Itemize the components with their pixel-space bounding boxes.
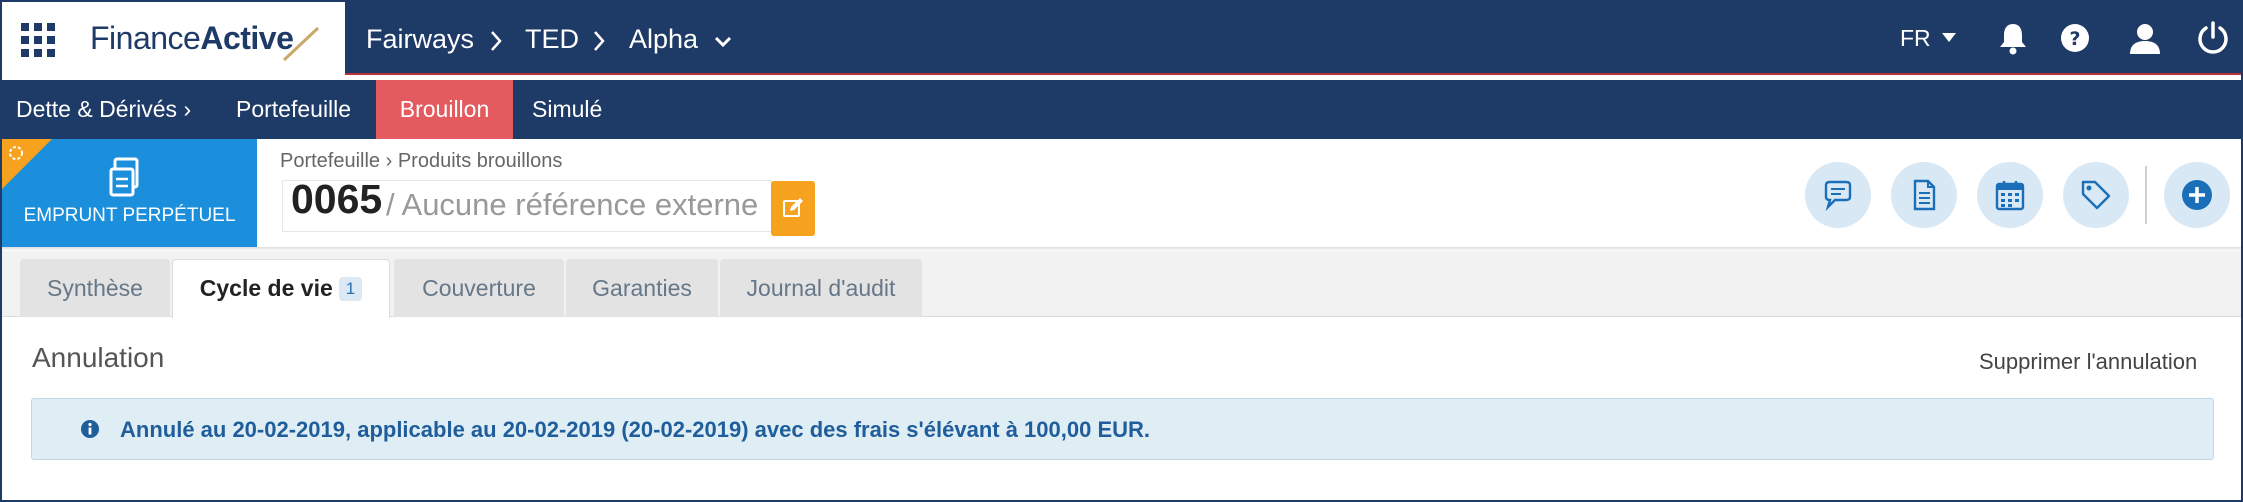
breadcrumb-fairways[interactable]: Fairways: [366, 24, 474, 55]
apps-grid-icon[interactable]: [21, 23, 55, 57]
tab-synthese[interactable]: Synthèse: [20, 259, 170, 317]
help-icon[interactable]: ?: [2057, 20, 2093, 56]
caret-down-icon[interactable]: [1942, 33, 1956, 42]
tab-couverture[interactable]: Couverture: [394, 259, 564, 317]
brand-name-bold: Active: [200, 20, 294, 56]
tab-count-badge: 1: [338, 277, 363, 301]
product-type-label: EMPRUNT PERPÉTUEL: [23, 205, 236, 226]
chevron-right-icon: [491, 31, 502, 51]
tag-icon: [2081, 180, 2111, 210]
draft-corner-icon: [2, 139, 52, 189]
user-icon[interactable]: [2127, 20, 2163, 56]
tag-button[interactable]: [2063, 162, 2129, 228]
edit-reference-button[interactable]: [771, 181, 815, 236]
brand-name-regular: Finance: [90, 20, 201, 56]
external-reference: / Aucune référence externe: [386, 187, 759, 222]
section-title: Annulation: [32, 342, 165, 373]
add-button[interactable]: [2164, 162, 2230, 228]
logo-area: FinanceActive: [2, 2, 345, 75]
breadcrumb-ted[interactable]: TED: [525, 24, 579, 55]
tab-garanties[interactable]: Garanties: [566, 259, 718, 317]
product-breadcrumb[interactable]: Portefeuille › Produits brouillons: [280, 150, 562, 173]
edit-icon: [783, 198, 803, 217]
svg-text:?: ?: [2069, 28, 2080, 50]
logo-slash-mark: [282, 26, 320, 62]
bell-icon[interactable]: [1995, 20, 2031, 56]
tab-cycle-de-vie[interactable]: Cycle de vie 1: [172, 259, 390, 318]
app-window: FinanceActive Fairways TED Alpha FR ? De…: [2, 2, 2241, 500]
subnav-item-simule[interactable]: Simulé: [512, 80, 622, 139]
info-icon: [81, 420, 99, 438]
tab-journal-audit[interactable]: Journal d'audit: [720, 259, 922, 317]
alert-message: Annulé au 20-02-2019, applicable au 20-0…: [120, 417, 1151, 442]
tab-label: Cycle de vie: [199, 275, 333, 301]
tab-strip: Synthèse Cycle de vie 1 Couverture Garant…: [2, 251, 2241, 318]
comment-icon: [1824, 180, 1852, 211]
brand-logo[interactable]: FinanceActive: [90, 20, 294, 57]
top-bar: FinanceActive Fairways TED Alpha FR ?: [2, 2, 2241, 75]
cancellation-info-alert: Annulé au 20-02-2019, applicable au 20-0…: [31, 398, 2214, 460]
calendar-icon: [1995, 181, 2025, 211]
chevron-down-icon[interactable]: [713, 35, 733, 49]
comment-button[interactable]: [1805, 162, 1871, 228]
add-icon: [2182, 180, 2212, 210]
document-icon: [1913, 179, 1936, 211]
subnav-item-brouillon[interactable]: Brouillon: [376, 80, 513, 139]
document-stack-icon: [109, 157, 139, 197]
chevron-right-icon: [594, 31, 605, 51]
calendar-button[interactable]: [1977, 162, 2043, 228]
sub-navigation: Dette & Dérivés › Portefeuille Brouillon…: [2, 80, 2241, 139]
power-icon[interactable]: [2195, 20, 2231, 56]
header-divider: [2145, 166, 2147, 224]
breadcrumb-alpha[interactable]: Alpha: [629, 24, 698, 55]
delete-cancellation-link[interactable]: Supprimer l'annulation: [1979, 349, 2197, 375]
product-type-badge: EMPRUNT PERPÉTUEL: [2, 139, 257, 247]
product-number: 0065: [291, 176, 383, 222]
subnav-item-dette-derives[interactable]: Dette & Dérivés ›: [2, 80, 211, 139]
subnav-item-portefeuille[interactable]: Portefeuille: [216, 80, 371, 139]
language-selector[interactable]: FR: [1900, 25, 1931, 52]
document-button[interactable]: [1891, 162, 1957, 228]
